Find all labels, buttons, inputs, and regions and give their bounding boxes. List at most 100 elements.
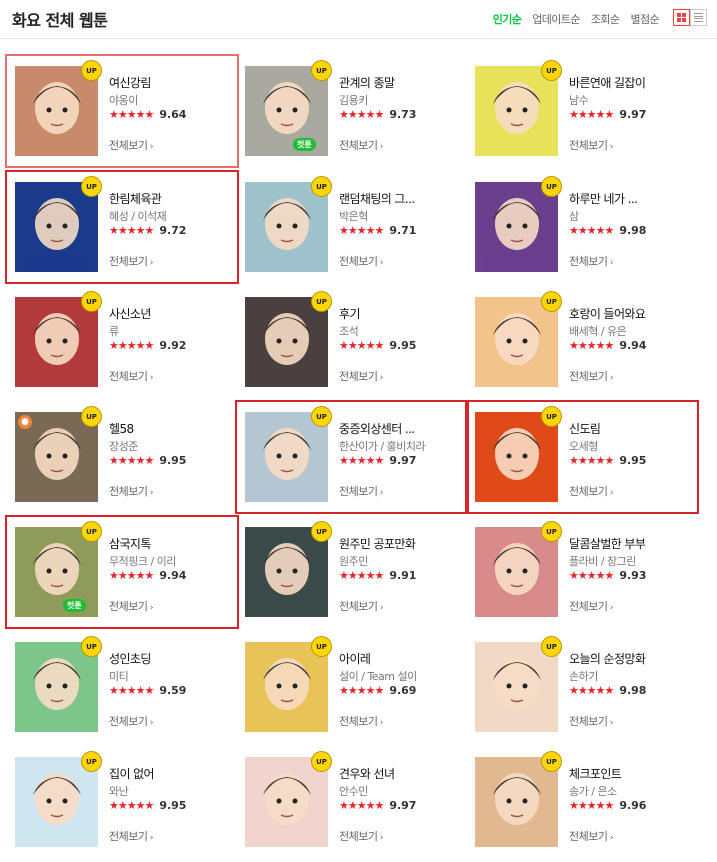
view-all-link[interactable]: 전체보기 ›: [109, 137, 154, 153]
star-icons: ★★★★★: [109, 339, 154, 352]
star-icons: ★★★★★: [339, 108, 384, 121]
webtoon-title[interactable]: 성인초딩: [109, 650, 151, 667]
webtoon-rating: ★★★★★ 9.91: [339, 569, 416, 582]
view-toggle: [673, 9, 707, 26]
person-icon: ●: [18, 415, 32, 429]
webtoon-card[interactable]: UP 달콤살벌한 부부 플라비 / 장그린 ★★★★★ 9.93 전체보기 ›: [467, 517, 697, 627]
view-all-link[interactable]: 전체보기 ›: [109, 713, 154, 729]
star-icons: ★★★★★: [109, 799, 154, 812]
webtoon-card[interactable]: UP 컷툰 관계의 종말 김용키 ★★★★★ 9.73 전체보기 ›: [237, 56, 467, 166]
webtoon-title[interactable]: 후기: [339, 305, 360, 322]
view-all-link[interactable]: 전체보기 ›: [569, 137, 614, 153]
webtoon-title[interactable]: 삼국지톡: [109, 535, 151, 552]
webtoon-title[interactable]: 견우와 선녀: [339, 765, 395, 782]
view-all-link[interactable]: 전체보기 ›: [339, 483, 384, 499]
webtoon-title[interactable]: 체크포인트: [569, 765, 622, 782]
view-all-link[interactable]: 전체보기 ›: [569, 253, 614, 269]
view-all-link[interactable]: 전체보기 ›: [109, 598, 154, 614]
webtoon-rating: ★★★★★ 9.72: [109, 224, 186, 237]
webtoon-title[interactable]: 신도림: [569, 420, 601, 437]
rating-score: 9.97: [389, 454, 417, 467]
sort-rating[interactable]: 별점순: [630, 11, 659, 27]
webtoon-title[interactable]: 한림체육관: [109, 190, 162, 207]
webtoon-title[interactable]: 호랑이 들어와요: [569, 305, 646, 322]
webtoon-title[interactable]: 헬58: [109, 420, 134, 437]
view-all-link[interactable]: 전체보기 ›: [339, 598, 384, 614]
webtoon-title[interactable]: 달콤살벌한 부부: [569, 535, 646, 552]
webtoon-title[interactable]: 여신강림: [109, 74, 151, 91]
webtoon-card[interactable]: UP 성인초딩 미티 ★★★★★ 9.59 전체보기 ›: [7, 632, 237, 742]
webtoon-card[interactable]: UP 한림체육관 혜성 / 이석재 ★★★★★ 9.72 전체보기 ›: [5, 170, 239, 284]
webtoon-author: 야옹이: [109, 94, 138, 107]
sort-views[interactable]: 조회순: [591, 11, 620, 27]
webtoon-card[interactable]: UP 체크포인트 송가 / 은소 ★★★★★ 9.96 전체보기 ›: [467, 747, 697, 857]
rating-score: 9.95: [159, 799, 187, 812]
webtoon-title[interactable]: 랜덤채팅의 그...: [339, 190, 415, 207]
webtoon-card[interactable]: UP 집이 없어 와난 ★★★★★ 9.95 전체보기 ›: [7, 747, 237, 857]
view-all-link[interactable]: 전체보기 ›: [109, 368, 154, 384]
page-header: 화요 전체 웹툰 인기순 업데이트순 조회순 별점순: [0, 0, 717, 39]
webtoon-card[interactable]: UP 호랑이 들어와요 배세혁 / 유은 ★★★★★ 9.94 전체보기 ›: [467, 287, 697, 397]
up-badge: UP: [81, 291, 102, 312]
webtoon-title[interactable]: 원주민 공포만화: [339, 535, 416, 552]
webtoon-title[interactable]: 바른연애 길잡이: [569, 74, 646, 91]
sort-popular[interactable]: 인기순: [493, 11, 522, 27]
webtoon-rating: ★★★★★ 9.71: [339, 224, 416, 237]
webtoon-author: 류: [109, 325, 119, 338]
webtoon-title[interactable]: 오늘의 순정망화: [569, 650, 646, 667]
webtoon-card[interactable]: UP 여신강림 야옹이 ★★★★★ 9.64 전체보기 ›: [5, 54, 239, 168]
rating-score: 9.97: [619, 108, 647, 121]
chevron-right-icon: ›: [147, 718, 154, 728]
webtoon-title[interactable]: 관계의 종말: [339, 74, 395, 91]
webtoon-card[interactable]: UP 신도림 오세형 ★★★★★ 9.95 전체보기 ›: [465, 400, 699, 514]
chevron-right-icon: ›: [377, 258, 384, 268]
up-badge: UP: [311, 521, 332, 542]
view-all-label: 전체보기: [569, 139, 608, 152]
view-all-link[interactable]: 전체보기 ›: [109, 828, 154, 844]
view-all-label: 전체보기: [339, 830, 378, 843]
webtoon-author: 와난: [109, 785, 129, 798]
view-all-label: 전체보기: [109, 255, 148, 268]
webtoon-card[interactable]: UP 아이레 설이 / Team 설이 ★★★★★ 9.69 전체보기 ›: [237, 632, 467, 742]
list-view-button[interactable]: [690, 9, 707, 26]
webtoon-title[interactable]: 아이레: [339, 650, 371, 667]
webtoon-card[interactable]: UP 컷툰 삼국지톡 무적핑크 / 이리 ★★★★★ 9.94 전체보기 ›: [5, 515, 239, 629]
webtoon-card[interactable]: ● UP 헬58 장성준 ★★★★★ 9.95 전체보기 ›: [7, 402, 237, 512]
webtoon-card[interactable]: UP 사신소년 류 ★★★★★ 9.92 전체보기 ›: [7, 287, 237, 397]
webtoon-card[interactable]: UP 랜덤채팅의 그... 박은혁 ★★★★★ 9.71 전체보기 ›: [237, 172, 467, 282]
webtoon-card[interactable]: UP 후기 조석 ★★★★★ 9.95 전체보기 ›: [237, 287, 467, 397]
star-icons: ★★★★★: [339, 454, 384, 467]
webtoon-title[interactable]: 하루만 네가 ...: [569, 190, 638, 207]
view-all-label: 전체보기: [109, 139, 148, 152]
webtoon-card[interactable]: UP 하루만 네가 ... 삼 ★★★★★ 9.98 전체보기 ›: [467, 172, 697, 282]
view-all-link[interactable]: 전체보기 ›: [339, 137, 384, 153]
webtoon-card[interactable]: UP 원주민 공포만화 원주민 ★★★★★ 9.91 전체보기 ›: [237, 517, 467, 627]
webtoon-card[interactable]: UP 중증외상센터 ... 한산이가 / 홍비치라 ★★★★★ 9.97 전체보기 ›: [235, 400, 469, 514]
webtoon-card[interactable]: UP 오늘의 순정망화 손하기 ★★★★★ 9.98 전체보기 ›: [467, 632, 697, 742]
view-all-link[interactable]: 전체보기 ›: [109, 253, 154, 269]
view-all-link[interactable]: 전체보기 ›: [339, 368, 384, 384]
grid-view-button[interactable]: [673, 9, 690, 26]
webtoon-author: 미티: [109, 670, 129, 683]
webtoon-rating: ★★★★★ 9.97: [339, 799, 416, 812]
webtoon-title[interactable]: 집이 없어: [109, 765, 155, 782]
view-all-link[interactable]: 전체보기 ›: [339, 828, 384, 844]
view-all-link[interactable]: 전체보기 ›: [109, 483, 154, 499]
view-all-link[interactable]: 전체보기 ›: [569, 713, 614, 729]
view-all-link[interactable]: 전체보기 ›: [569, 828, 614, 844]
webtoon-card[interactable]: UP 바른연애 길잡이 남수 ★★★★★ 9.97 전체보기 ›: [467, 56, 697, 166]
rating-score: 9.94: [619, 339, 647, 352]
star-icons: ★★★★★: [109, 108, 154, 121]
view-all-link[interactable]: 전체보기 ›: [569, 483, 614, 499]
view-all-link[interactable]: 전체보기 ›: [569, 598, 614, 614]
webtoon-title[interactable]: 중증외상센터 ...: [339, 420, 415, 437]
webtoon-author: 박은혁: [339, 210, 368, 223]
view-all-label: 전체보기: [569, 830, 608, 843]
webtoon-card[interactable]: UP 견우와 선녀 안수민 ★★★★★ 9.97 전체보기 ›: [237, 747, 467, 857]
view-all-link[interactable]: 전체보기 ›: [339, 253, 384, 269]
webtoon-rating: ★★★★★ 9.95: [339, 339, 416, 352]
view-all-link[interactable]: 전체보기 ›: [339, 713, 384, 729]
sort-update[interactable]: 업데이트순: [532, 11, 580, 27]
webtoon-title[interactable]: 사신소년: [109, 305, 151, 322]
view-all-link[interactable]: 전체보기 ›: [569, 368, 614, 384]
